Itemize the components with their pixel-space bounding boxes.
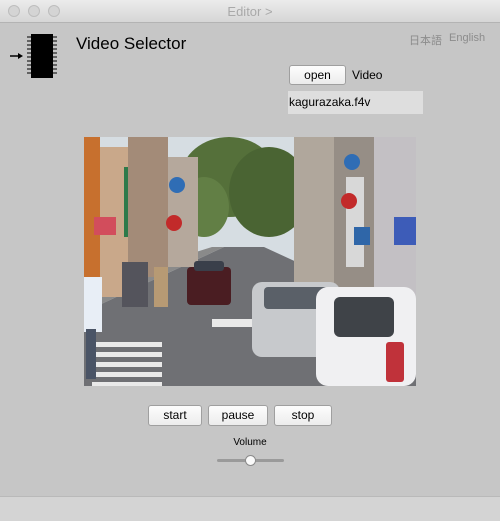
window-titlebar: Editor > — [0, 0, 500, 23]
open-button[interactable]: open — [289, 65, 346, 85]
video-player[interactable] — [84, 137, 416, 386]
window-title: Editor > — [227, 4, 273, 19]
status-bar — [0, 496, 500, 521]
language-japanese-link[interactable]: 日本語 — [409, 32, 442, 48]
start-button[interactable]: start — [148, 405, 202, 426]
filename-field[interactable]: kagurazaka.f4v — [288, 91, 423, 114]
volume-slider-thumb[interactable] — [245, 455, 256, 466]
video-label: Video — [352, 68, 383, 82]
app-title: Video Selector — [76, 34, 187, 53]
stop-button[interactable]: stop — [274, 405, 332, 426]
pause-button[interactable]: pause — [208, 405, 268, 426]
chip-input-icon — [10, 34, 57, 78]
volume-label: Volume — [233, 437, 267, 448]
language-english-link[interactable]: English — [449, 32, 485, 44]
